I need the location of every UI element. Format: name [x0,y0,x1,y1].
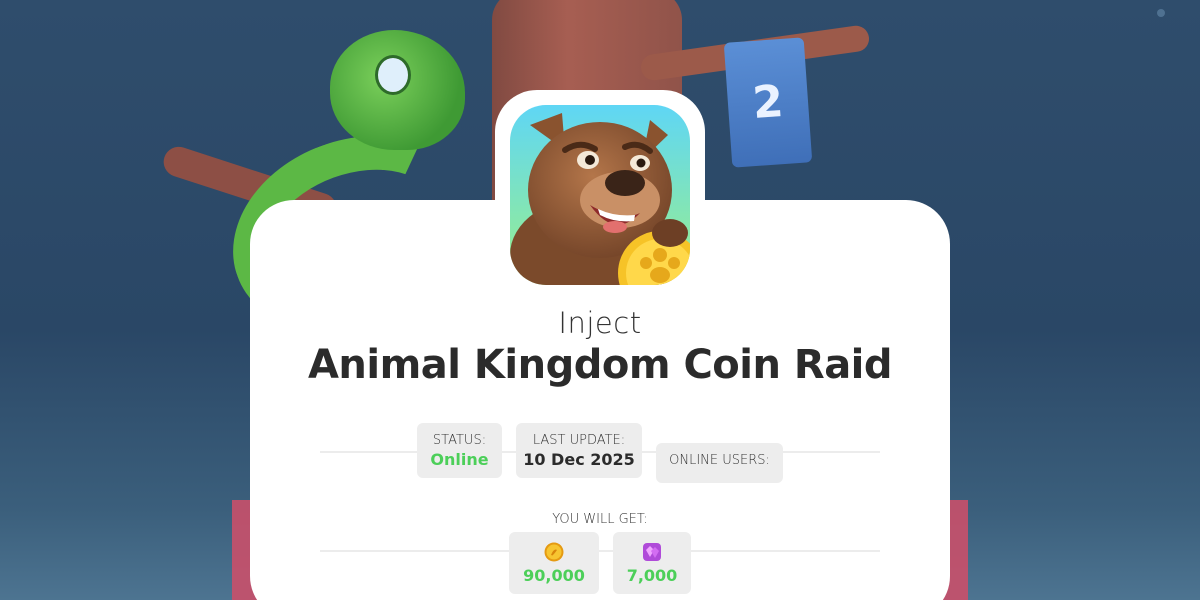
reward-coins-amount: 90,000 [523,566,585,585]
last-update-badge: LAST UPDATE: 10 Dec 2025 [516,423,642,478]
app-icon [510,105,690,285]
background-flag-number: 2 [750,75,786,130]
reward-coins[interactable]: 90,000 [509,532,599,594]
status-label: STATUS: [432,433,487,448]
background-snake-eye [375,55,411,95]
background-flag: 2 [723,37,813,168]
last-update-value: 10 Dec 2025 [523,450,635,469]
last-update-label: LAST UPDATE: [532,433,626,448]
reward-gems-amount: 7,000 [626,566,678,585]
divider-rewards [320,550,880,552]
rewards-label: YOU WILL GET: [552,512,648,527]
status-value: Online [430,450,489,469]
reward-gems[interactable]: 7,000 [613,532,691,594]
gem-icon [643,543,661,561]
online-users-badge: ONLINE USERS: [656,443,783,483]
bear-mascot-icon [510,105,690,285]
background-dot [1157,9,1165,17]
page-background: 2 Inject Animal Kingdom Coin Raid STATUS… [0,0,1200,600]
status-badge: STATUS: Online [417,423,502,478]
page-title: Animal Kingdom Coin Raid [307,342,893,388]
coin-icon [544,542,564,562]
page-subtitle: Inject [558,306,642,340]
online-users-label: ONLINE USERS: [669,453,770,468]
